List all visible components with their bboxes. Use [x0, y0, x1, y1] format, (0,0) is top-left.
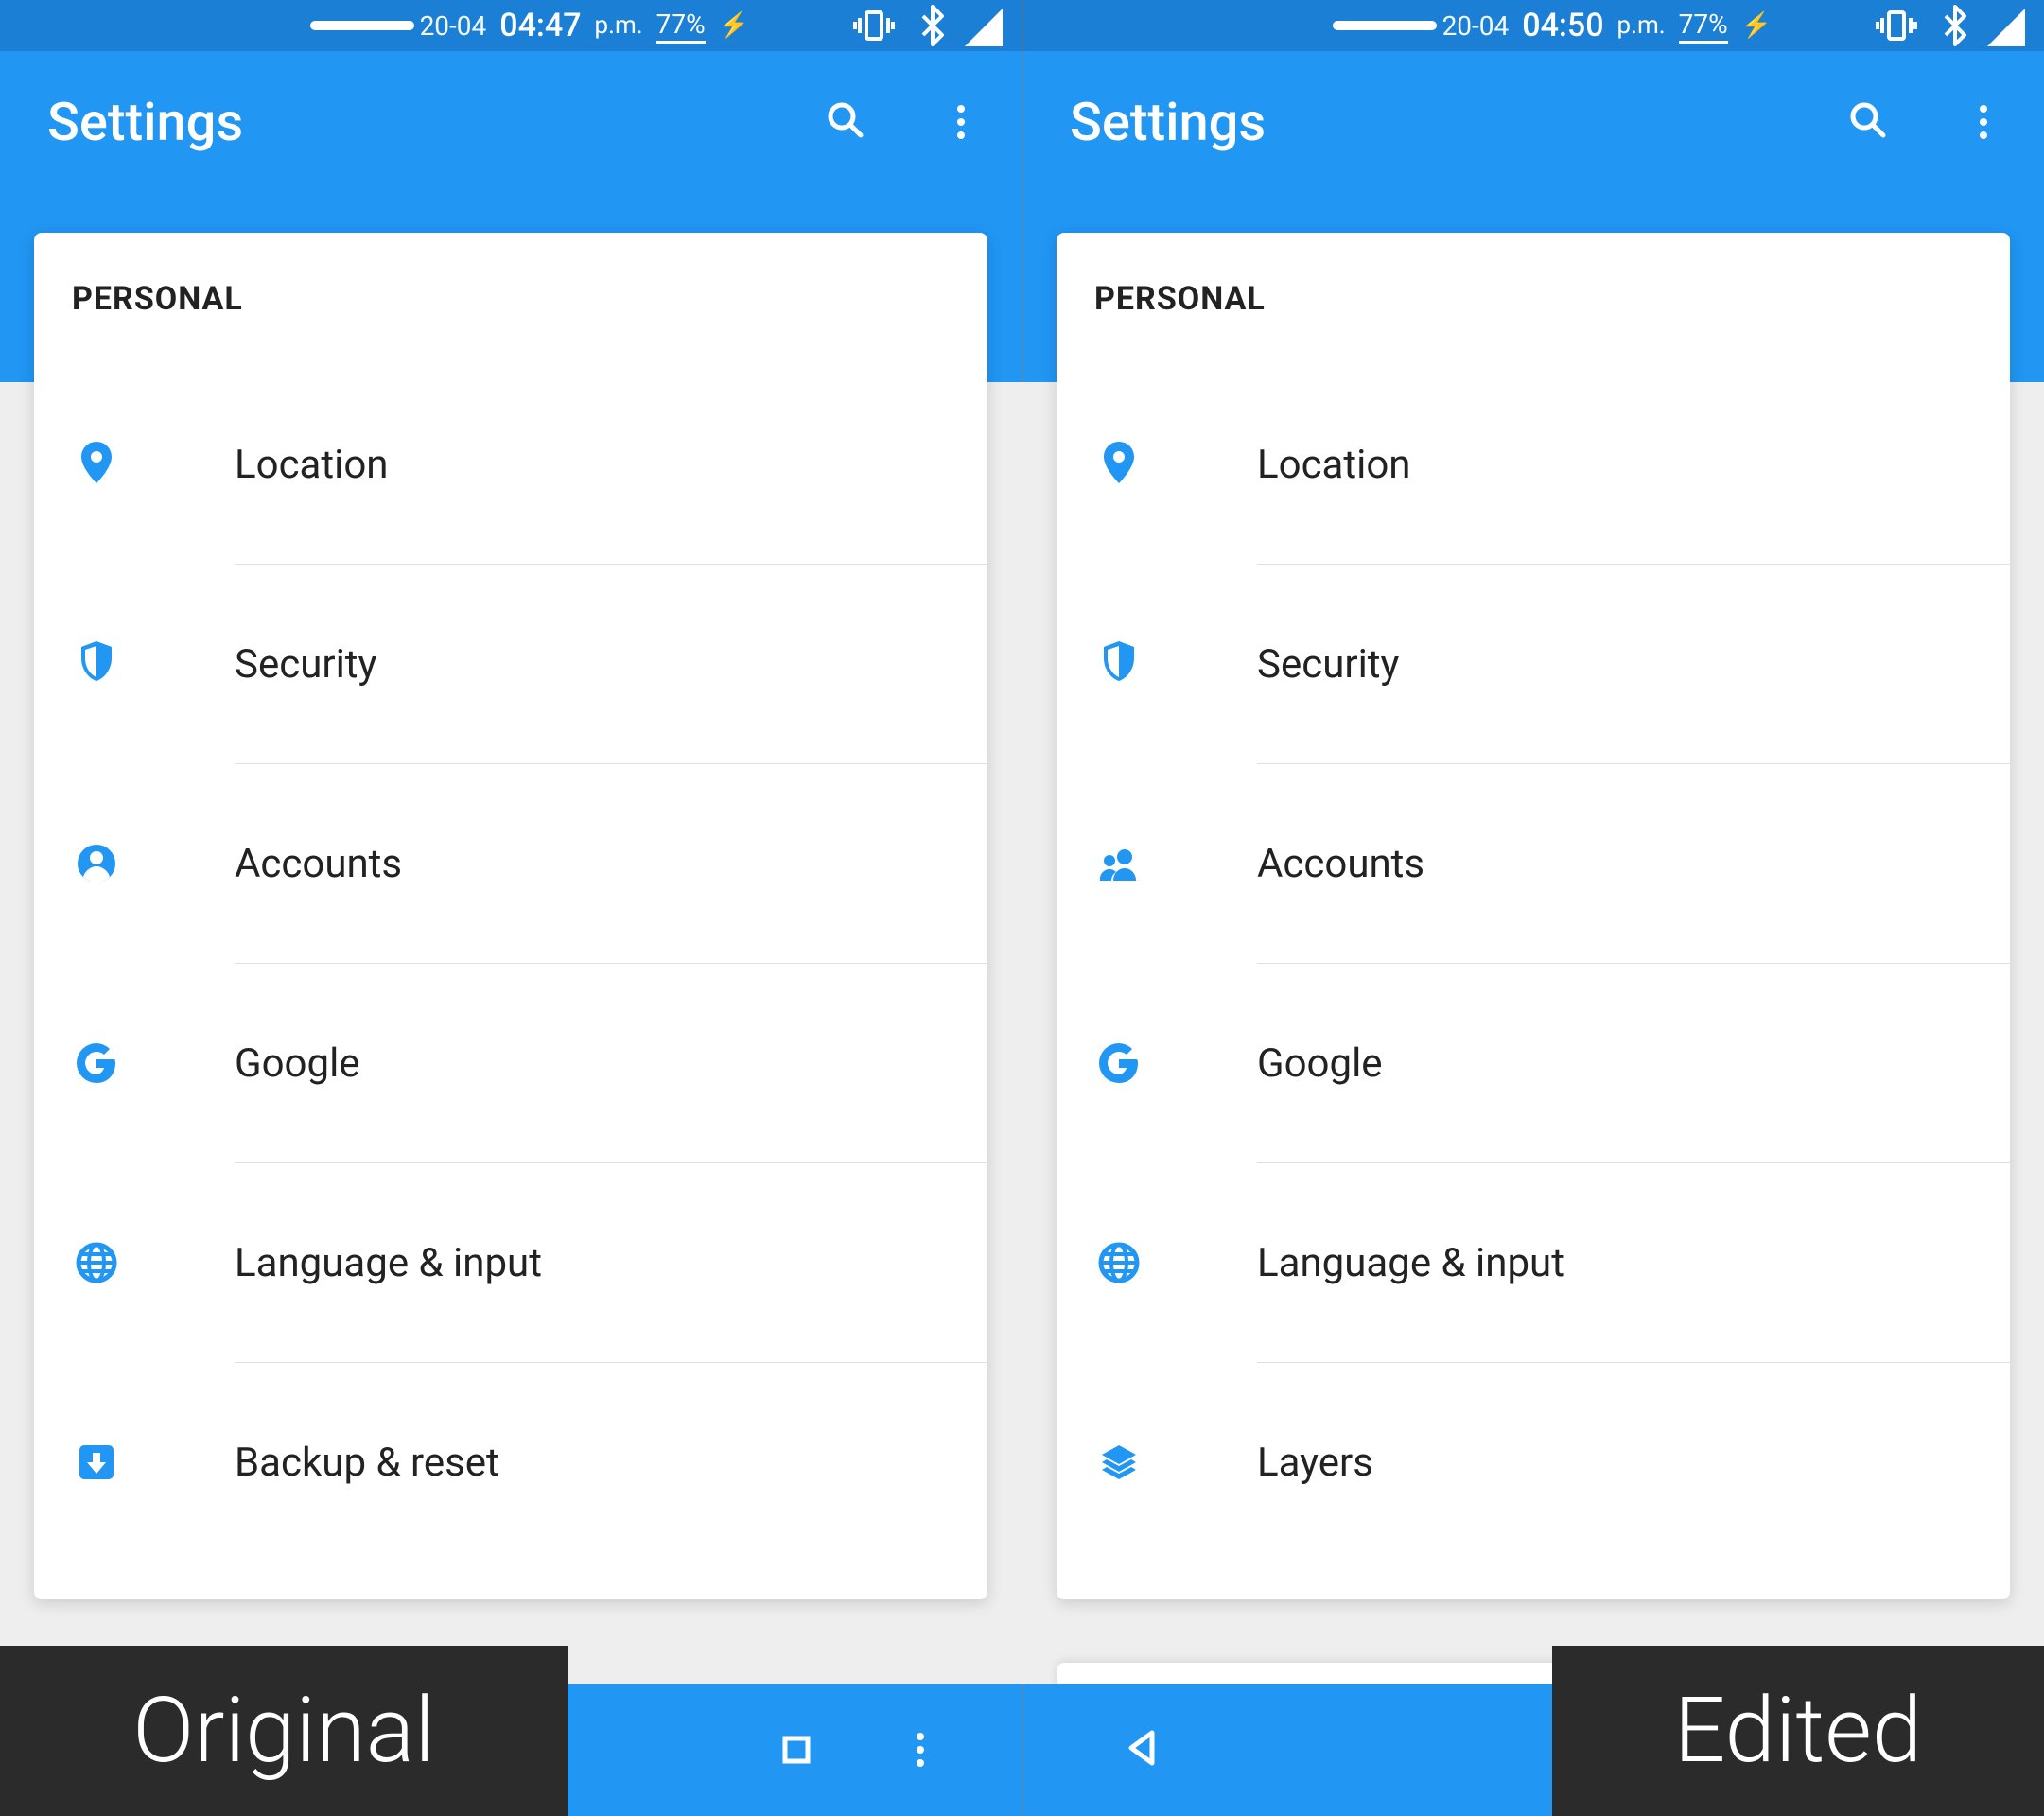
status-ampm: p.m.	[595, 11, 643, 40]
settings-item-label: Security	[235, 641, 376, 688]
status-date: 20-04	[420, 10, 487, 42]
app-bar-title: Settings	[47, 91, 823, 153]
google-icon	[74, 1040, 235, 1086]
settings-item-label: Accounts	[235, 841, 402, 887]
status-time: 04:50	[1522, 7, 1603, 44]
status-bar: 20-04 04:47 p.m. 77% ⚡	[0, 0, 1022, 51]
settings-item-language[interactable]: Language & input	[1057, 1163, 2010, 1362]
signal-icon	[961, 5, 1003, 46]
settings-item-label: Language & input	[235, 1240, 542, 1286]
section-header: PERSONAL	[1057, 233, 2010, 365]
settings-item-label: Accounts	[1257, 841, 1424, 887]
settings-item-backup[interactable]: Backup & reset	[34, 1363, 987, 1562]
settings-item-label: Google	[1257, 1040, 1383, 1087]
status-ampm: p.m.	[1617, 11, 1666, 40]
nav-back-icon[interactable]	[1120, 1725, 1169, 1774]
language-icon	[1096, 1240, 1257, 1285]
search-icon[interactable]	[823, 97, 872, 147]
settings-item-accounts[interactable]: Accounts	[34, 764, 987, 963]
settings-item-label: Backup & reset	[235, 1440, 499, 1486]
settings-item-location[interactable]: Location	[34, 365, 987, 564]
settings-item-google[interactable]: Google	[34, 964, 987, 1162]
settings-item-label: Language & input	[1257, 1240, 1564, 1286]
section-header: PERSONAL	[34, 233, 987, 365]
search-icon[interactable]	[1845, 97, 1895, 147]
layers-icon	[1096, 1440, 1257, 1485]
settings-item-google[interactable]: Google	[1057, 964, 2010, 1162]
location-icon	[74, 438, 235, 491]
more-icon[interactable]	[1961, 99, 2006, 145]
settings-item-security[interactable]: Security	[34, 565, 987, 763]
settings-item-label: Location	[235, 442, 389, 488]
status-date: 20-04	[1442, 10, 1510, 42]
caption-edited: Edited	[1552, 1646, 2044, 1816]
app-bar-title: Settings	[1070, 91, 1845, 153]
caption-original: Original	[0, 1646, 568, 1816]
status-time: 04:47	[499, 7, 581, 44]
people-icon	[1096, 841, 1257, 886]
settings-item-security[interactable]: Security	[1057, 565, 2010, 763]
navigation-bar	[568, 1684, 1022, 1816]
vibrate-icon	[851, 3, 897, 48]
app-bar: Settings	[0, 51, 1022, 193]
settings-card-personal: PERSONAL Location Security Accounts Goog…	[34, 233, 987, 1599]
settings-item-label: Layers	[1257, 1440, 1373, 1486]
screenshot-original: 20-04 04:47 p.m. 77% ⚡ Settings PERSONAL…	[0, 0, 1022, 1816]
language-icon	[74, 1240, 235, 1285]
signal-icon	[1983, 5, 2025, 46]
location-icon	[1096, 438, 1257, 491]
bluetooth-icon	[1932, 3, 1970, 48]
screenshot-edited: 20-04 04:50 p.m. 77% ⚡ Settings PERSONAL…	[1022, 0, 2044, 1816]
settings-item-label: Security	[1257, 641, 1399, 688]
settings-item-layers[interactable]: Layers	[1057, 1363, 2010, 1562]
settings-item-label: Google	[235, 1040, 360, 1087]
security-icon	[1096, 637, 1257, 690]
bluetooth-icon	[910, 3, 948, 48]
app-bar: Settings	[1022, 51, 2044, 193]
battery-bar-icon	[1333, 21, 1437, 30]
google-icon	[1096, 1040, 1257, 1086]
nav-recent-icon[interactable]	[774, 1727, 819, 1772]
charging-icon: ⚡	[719, 11, 749, 40]
settings-item-location[interactable]: Location	[1057, 365, 2010, 564]
security-icon	[74, 637, 235, 690]
navigation-bar	[1022, 1684, 1552, 1816]
status-battery-pct: 77%	[656, 9, 706, 44]
status-battery-pct: 77%	[1679, 9, 1728, 44]
vibrate-icon	[1874, 3, 1919, 48]
settings-item-label: Location	[1257, 442, 1411, 488]
nav-more-icon[interactable]	[898, 1727, 943, 1772]
settings-item-language[interactable]: Language & input	[34, 1163, 987, 1362]
status-bar: 20-04 04:50 p.m. 77% ⚡	[1022, 0, 2044, 51]
account-icon	[74, 841, 235, 886]
backup-icon	[74, 1440, 235, 1485]
settings-card-personal: PERSONAL Location Security Accounts Goog…	[1057, 233, 2010, 1599]
battery-bar-icon	[310, 21, 414, 30]
settings-item-accounts[interactable]: Accounts	[1057, 764, 2010, 963]
more-icon[interactable]	[938, 99, 984, 145]
charging-icon: ⚡	[1741, 11, 1772, 40]
